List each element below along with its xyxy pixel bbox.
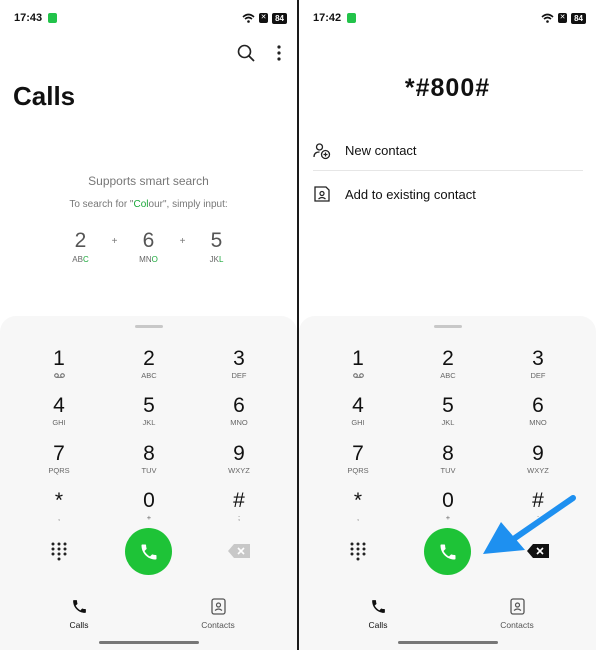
dial-key-5[interactable]: 5 JKL [114, 394, 184, 434]
dial-key-4[interactable]: 4 GHI [323, 394, 393, 434]
nav-calls-label: Calls [69, 620, 89, 630]
smart-search-heading: Supports smart search [88, 174, 209, 188]
contacts-icon [509, 598, 525, 615]
phone-icon [72, 600, 86, 613]
wifi-icon [541, 13, 554, 23]
phone-icon [371, 600, 385, 613]
dial-key-star[interactable]: *, [323, 489, 393, 529]
annotation-arrow-icon [483, 495, 576, 554]
example-key: 6 MNO [139, 229, 158, 264]
smart-search-hint: To search for "Colour", simply input: [69, 199, 228, 210]
status-time: 17:42 [313, 12, 342, 24]
dialed-number: *#800# [404, 74, 491, 102]
voicemail-icon [53, 373, 65, 378]
dial-key-8[interactable]: 8 TUV [114, 442, 184, 482]
dial-key-2[interactable]: 2 ABC [114, 347, 184, 387]
add-existing-contact-option[interactable]: Add to existing contact [313, 174, 583, 214]
home-indicator[interactable] [99, 641, 199, 644]
bottom-nav: Calls Contacts [299, 598, 596, 638]
battery-indicator: 84 [571, 12, 586, 24]
dial-key-3[interactable]: 3 DEF [503, 347, 573, 387]
call-button[interactable] [424, 528, 471, 575]
example-key: 2 ABC [72, 229, 89, 264]
status-bar: 17:42 ✕ 84 [313, 10, 586, 26]
dial-key-star[interactable]: *, [24, 489, 94, 529]
call-button[interactable] [125, 528, 172, 575]
calls-screen-left: 17:43 ✕ 84 Calls Supports smart search T… [0, 0, 297, 650]
search-icon[interactable] [237, 44, 255, 62]
dial-key-6[interactable]: 6 MNO [503, 394, 573, 434]
status-bar: 17:43 ✕ 84 [14, 10, 287, 26]
new-contact-option[interactable]: New contact [313, 131, 583, 171]
phone-icon [141, 544, 156, 559]
dialpad: 1 2 ABC 3 DEF 4 GHI 5 JKL 6 MNO 7 PQRS 8 TUV 9W… [299, 316, 596, 650]
dial-key-5[interactable]: 5 JKL [413, 394, 483, 434]
plus-sign: + [111, 236, 118, 247]
wifi-icon [242, 13, 255, 23]
no-sim-icon: ✕ [558, 13, 568, 23]
page-title: Calls [13, 81, 76, 111]
more-options-icon[interactable] [277, 45, 281, 61]
contacts-icon [210, 598, 226, 615]
dialpad-toggle-icon[interactable] [49, 541, 69, 561]
dial-key-9[interactable]: 9 WXYZ [204, 442, 274, 482]
drag-handle[interactable] [434, 325, 462, 328]
save-contact-icon [314, 186, 330, 202]
nav-contacts-tab[interactable]: Contacts [178, 598, 258, 630]
nav-calls-tab[interactable]: Calls [39, 598, 119, 630]
voicemail-icon [352, 373, 364, 378]
dial-key-7[interactable]: 7 PQRS [24, 442, 94, 482]
example-key: 5 JKL [209, 229, 224, 264]
nav-calls-label: Calls [368, 620, 388, 630]
dialpad-toggle-icon[interactable] [348, 541, 368, 561]
phone-icon [440, 544, 455, 559]
nav-contacts-label: Contacts [201, 620, 235, 630]
plus-sign: + [179, 236, 186, 247]
no-sim-icon: ✕ [259, 13, 269, 23]
add-contact-icon [313, 142, 331, 159]
dial-key-0[interactable]: 0 + [114, 489, 184, 529]
notification-icon [48, 13, 58, 23]
nav-contacts-tab[interactable]: Contacts [477, 598, 557, 630]
dial-key-3[interactable]: 3 DEF [204, 347, 274, 387]
notification-icon [347, 13, 357, 23]
smart-search-example: 2 ABC + 6 MNO + 5 JKL [0, 229, 297, 264]
nav-contacts-label: Contacts [500, 620, 534, 630]
dialpad: 1 2 ABC 3 DEF 4 GHI 5 JKL 6 MNO 7 PQRS 8 TUV 9W… [0, 316, 297, 650]
dial-key-9[interactable]: 9 WXYZ [503, 442, 573, 482]
dial-key-1[interactable]: 1 [323, 347, 393, 387]
dial-key-0[interactable]: 0 + [413, 489, 483, 529]
new-contact-label: New contact [345, 143, 417, 158]
backspace-icon[interactable] [228, 544, 250, 558]
drag-handle[interactable] [135, 325, 163, 328]
dial-key-1[interactable]: 1 [24, 347, 94, 387]
dial-key-6[interactable]: 6 MNO [204, 394, 274, 434]
dial-key-2[interactable]: 2 ABC [413, 347, 483, 387]
nav-calls-tab[interactable]: Calls [338, 598, 418, 630]
bottom-nav: Calls Contacts [0, 598, 297, 638]
dial-key-7[interactable]: 7 PQRS [323, 442, 393, 482]
dial-key-8[interactable]: 8 TUV [413, 442, 483, 482]
status-time: 17:43 [14, 12, 43, 24]
add-existing-contact-label: Add to existing contact [345, 186, 476, 202]
battery-indicator: 84 [272, 12, 287, 24]
dial-key-4[interactable]: 4 GHI [24, 394, 94, 434]
home-indicator[interactable] [398, 641, 498, 644]
dial-key-hash[interactable]: #; [204, 489, 274, 529]
